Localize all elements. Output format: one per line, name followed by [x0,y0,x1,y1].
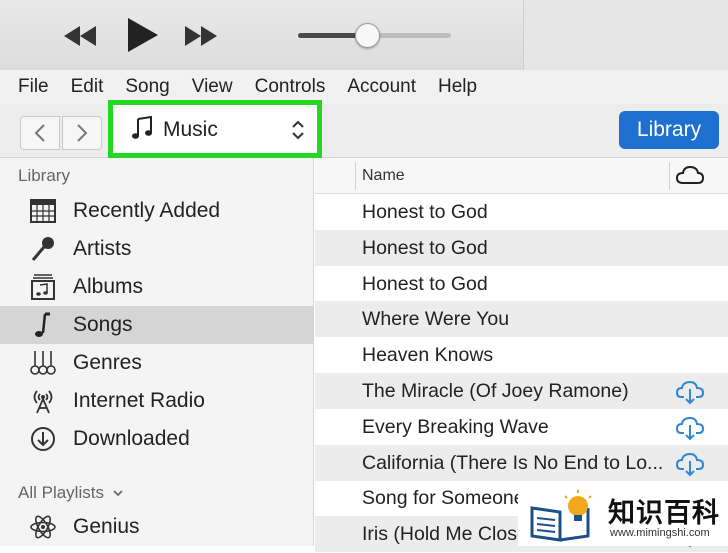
sidebar-item-label: Artists [73,237,132,260]
menu-song[interactable]: Song [125,76,169,98]
sidebar-item-genius[interactable]: Genius [0,508,313,546]
library-button[interactable]: Library [619,111,719,149]
songlist-header: Name [315,158,728,194]
watermark-title: 知识百科 [608,498,720,528]
sidebar-item-label: Genius [73,515,140,538]
sidebar-item-artists[interactable]: Artists [0,230,313,268]
sidebar-item-internet-radio[interactable]: Internet Radio [0,382,313,420]
library-heading: Library [18,166,70,185]
cloud-download-icon[interactable] [675,415,705,446]
song-name: The Miracle (Of Joey Ramone) [362,380,629,402]
guitars-icon [29,349,57,377]
menu-edit[interactable]: Edit [71,76,104,98]
sidebar-item-albums[interactable]: Albums [0,268,313,306]
play-button[interactable] [126,16,160,54]
sidebar-item-label: Songs [73,313,133,336]
chevron-right-icon [77,124,88,142]
volume-level [298,33,364,38]
all-playlists-label: All Playlists [18,483,104,502]
sidebar-item-label: Genres [73,351,142,374]
column-name-header[interactable]: Name [362,167,405,185]
cloud-download-icon[interactable] [675,451,705,482]
table-row[interactable]: Every Breaking Wave [315,409,728,445]
status-display [523,0,728,70]
menu-help[interactable]: Help [438,76,477,98]
menu-view[interactable]: View [192,76,233,98]
menu-bar: File Edit Song View Controls Account Hel… [0,70,728,104]
column-divider [355,162,356,190]
table-row[interactable]: The Miracle (Of Joey Ramone) [315,373,728,409]
cloud-icon[interactable] [675,164,705,191]
song-name: Where Were You [362,308,510,331]
column-divider [669,162,670,190]
forward-button[interactable] [62,116,102,150]
table-row[interactable]: California (There Is No End to Lo... [315,444,728,482]
back-button[interactable] [20,116,60,150]
volume-knob[interactable] [355,23,380,48]
updown-chevron-icon [291,119,305,146]
calendar-grid-icon [29,197,57,225]
media-type-label: Music [163,118,218,141]
download-circle-icon [29,425,57,453]
menu-account[interactable]: Account [347,76,416,98]
sidebar-item-label: Albums [73,275,144,298]
table-row[interactable]: Honest to God [315,194,728,230]
music-note-icon [131,115,153,145]
watermark-url: www.mimingshi.com [610,527,710,539]
cloud-download-icon[interactable] [675,379,705,410]
fast-forward-button[interactable] [183,24,219,48]
table-row[interactable]: Heaven Knows [315,337,728,373]
song-name: Honest to God [362,272,488,295]
sidebar-item-songs[interactable]: Songs [0,306,313,344]
sidebar-item-label: Downloaded [73,427,190,450]
song-name: California (There Is No End to Lo... [362,451,662,474]
atom-icon [29,513,57,541]
microphone-icon [29,235,57,263]
book-lightbulb-logo [530,490,592,542]
sidebar-item-label: Recently Added [73,199,221,222]
song-name: Every Breaking Wave [362,415,549,438]
menu-controls[interactable]: Controls [255,76,326,98]
rewind-button[interactable] [62,24,98,48]
all-playlists-heading[interactable]: All Playlists [18,483,124,503]
table-row[interactable]: Where Were You [315,301,728,338]
song-name: Heaven Knows [362,344,494,367]
sidebar-item-recently-added[interactable]: Recently Added [0,192,313,230]
chevron-left-icon [34,124,45,142]
watermark: 知识百科 www.mimingshi.com [518,485,728,546]
sidebar-item-genres[interactable]: Genres [0,344,313,382]
player-bar [0,0,728,70]
table-row[interactable]: Honest to God [315,229,728,266]
song-name: Honest to God [362,201,488,223]
music-note-icon [29,311,57,339]
chevron-down-icon [113,490,123,497]
media-type-selector[interactable]: Music [121,110,311,150]
radio-antenna-icon [29,387,57,415]
song-name: Honest to God [362,236,488,259]
sidebar: Library Recently Added Artists Albums So… [0,158,314,546]
sidebar-item-label: Internet Radio [73,389,205,412]
sidebar-item-downloaded[interactable]: Downloaded [0,420,313,458]
menu-file[interactable]: File [18,76,49,98]
album-icon [29,273,57,301]
table-row[interactable]: Honest to God [315,266,728,302]
